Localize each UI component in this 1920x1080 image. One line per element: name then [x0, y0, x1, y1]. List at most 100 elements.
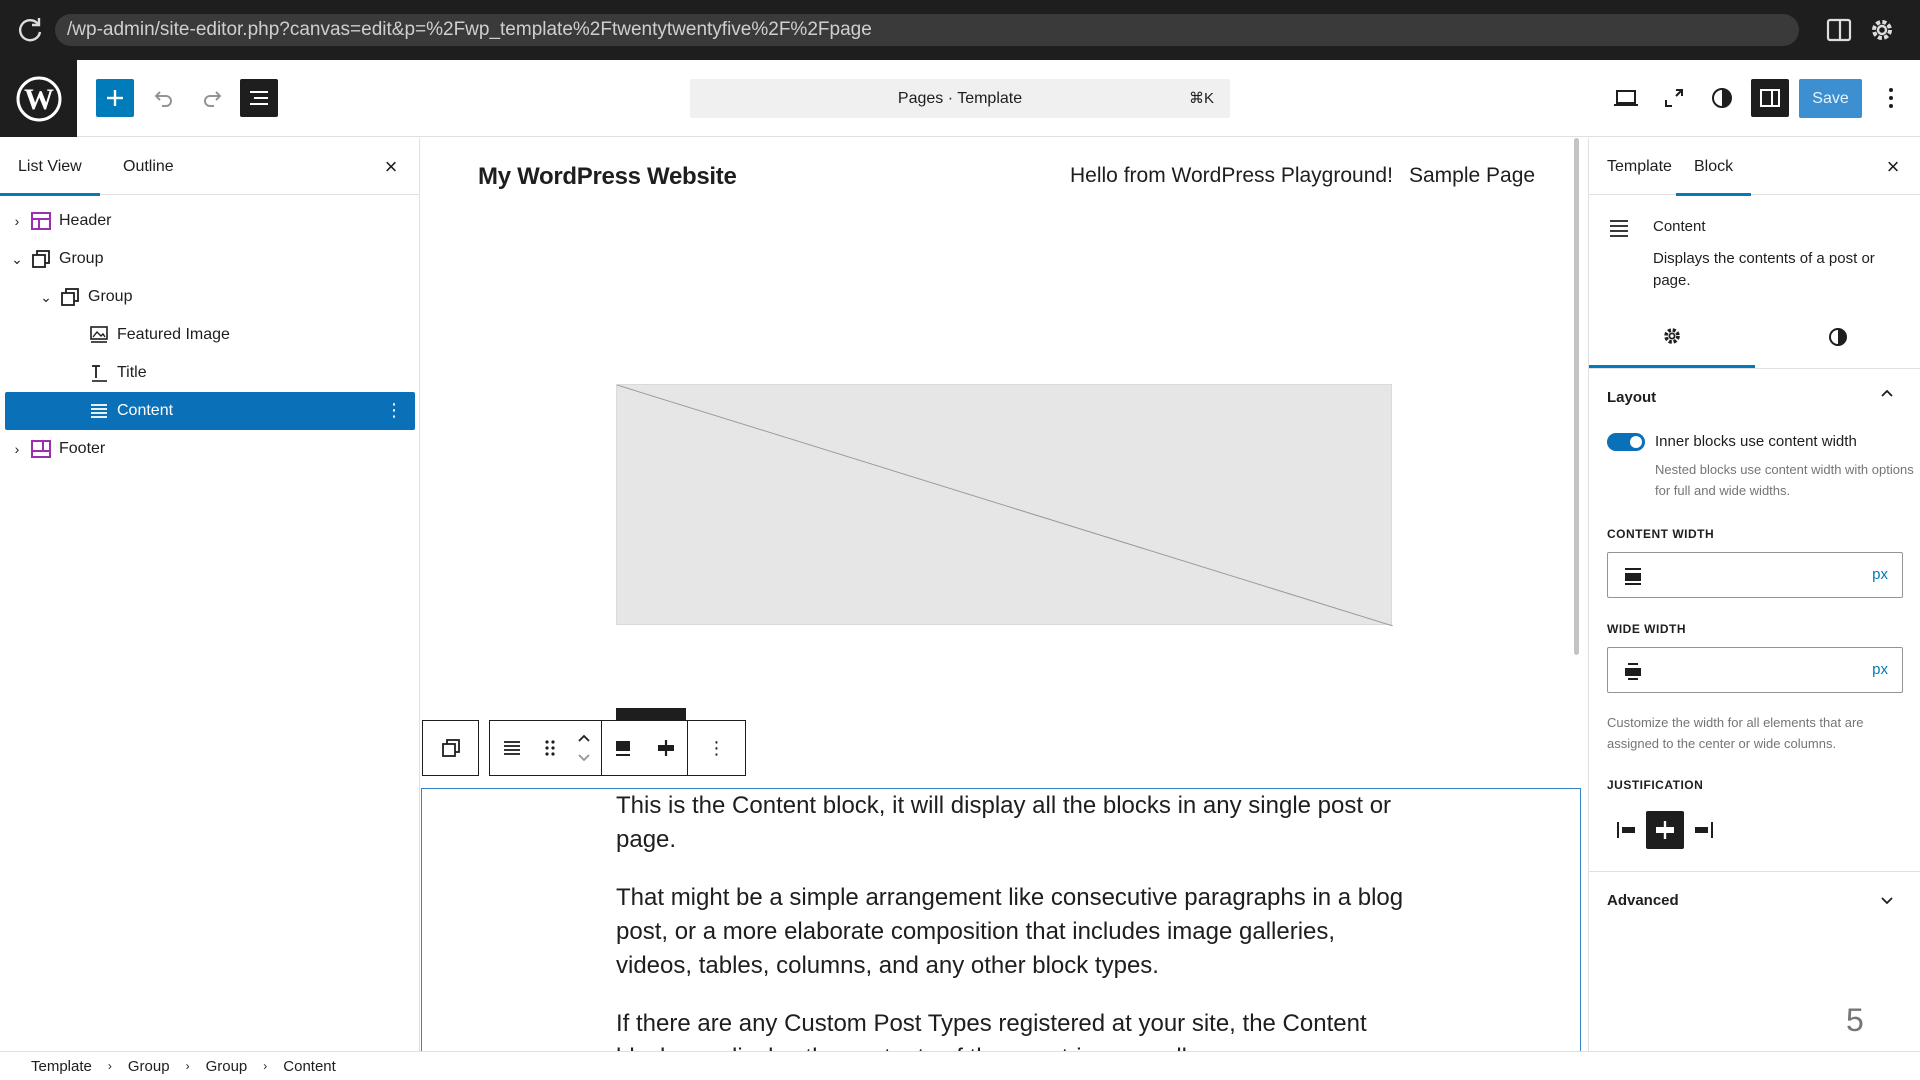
- featured-image-placeholder[interactable]: [616, 384, 1394, 627]
- document-overview-button[interactable]: [240, 79, 278, 117]
- layout-panel-title[interactable]: Layout: [1607, 389, 1656, 406]
- gear-icon[interactable]: [1866, 14, 1898, 46]
- more-options-icon[interactable]: [1872, 79, 1910, 117]
- tab-block[interactable]: Block: [1676, 138, 1752, 196]
- site-title[interactable]: My WordPress Website: [478, 163, 737, 191]
- list-item-title[interactable]: Title: [5, 354, 415, 392]
- block-card-description: Displays the contents of a post or page.: [1653, 250, 1875, 289]
- tab-block-settings[interactable]: [1589, 311, 1755, 368]
- chevron-right-icon[interactable]: ›: [5, 441, 29, 457]
- list-item-label: Footer: [59, 440, 106, 457]
- list-item-label: Group: [88, 288, 133, 305]
- tab-list-view[interactable]: List View: [0, 138, 100, 196]
- group-icon: [29, 247, 53, 271]
- content-paragraph[interactable]: That might be a simple arrangement like …: [616, 881, 1416, 983]
- list-item-label: Featured Image: [117, 326, 230, 343]
- add-block-button[interactable]: [96, 79, 134, 117]
- chevron-up-icon[interactable]: [1879, 386, 1895, 407]
- list-item-label: Title: [117, 364, 147, 381]
- content-icon: [87, 399, 111, 423]
- breadcrumb: Template › Group › Group › Content: [0, 1051, 1920, 1080]
- toggle-label: Inner blocks use content width: [1655, 433, 1857, 450]
- template-part-icon: [29, 209, 53, 233]
- wordpress-logo-icon[interactable]: W: [0, 60, 77, 137]
- editor-canvas[interactable]: My WordPress Website Hello from WordPres…: [421, 138, 1581, 1051]
- breadcrumb-item[interactable]: Template: [31, 1058, 92, 1075]
- wide-width-field[interactable]: px: [1607, 647, 1903, 693]
- list-item-content[interactable]: Content ⋮: [5, 392, 415, 430]
- template-part-icon: [29, 437, 53, 461]
- justify-center-icon[interactable]: [1646, 811, 1684, 849]
- more-options-icon[interactable]: ⋮: [687, 721, 745, 775]
- split-view-icon[interactable]: [1823, 14, 1855, 46]
- select-parent-group-icon[interactable]: [423, 721, 478, 775]
- list-item-featured-image[interactable]: Featured Image: [5, 316, 415, 354]
- justify-left-icon[interactable]: [601, 721, 644, 775]
- nav-link-hello[interactable]: Hello from WordPress Playground!: [1070, 164, 1393, 188]
- width-help: Customize the width for all elements tha…: [1607, 715, 1864, 751]
- content-width-icon: [1622, 565, 1644, 587]
- settings-sidebar: Template Block × Content Displays the co…: [1588, 138, 1920, 1051]
- chevron-right-icon: ›: [107, 1059, 112, 1073]
- tab-template[interactable]: Template: [1589, 138, 1690, 195]
- content-width-input[interactable]: [1652, 561, 1852, 589]
- tab-outline[interactable]: Outline: [105, 138, 192, 195]
- unit-select[interactable]: px: [1872, 566, 1888, 583]
- list-item-footer[interactable]: › Footer: [5, 430, 415, 468]
- breadcrumb-item[interactable]: Group: [128, 1058, 170, 1075]
- list-item-group[interactable]: ⌄ Group: [5, 278, 415, 316]
- advanced-panel-title[interactable]: Advanced: [1607, 892, 1679, 909]
- unit-select[interactable]: px: [1872, 661, 1888, 678]
- reload-icon[interactable]: [14, 14, 46, 46]
- address-bar[interactable]: /wp-admin/site-editor.php?canvas=edit&p=…: [55, 14, 1799, 46]
- canvas-scrollbar[interactable]: [1574, 138, 1579, 655]
- featured-image-icon: [87, 323, 111, 347]
- tab-block-styles[interactable]: [1755, 311, 1920, 368]
- chevron-right-icon[interactable]: ›: [5, 213, 29, 229]
- justify-center-icon[interactable]: [644, 721, 687, 775]
- justify-right-icon[interactable]: [1684, 811, 1722, 849]
- content-paragraph[interactable]: This is the Content block, it will displ…: [616, 789, 1416, 857]
- divider: [1589, 368, 1920, 369]
- toggle-help: Nested blocks use content width with opt…: [1655, 462, 1914, 498]
- content-paragraph[interactable]: If there are any Custom Post Types regis…: [616, 1007, 1416, 1051]
- close-icon[interactable]: ×: [1881, 154, 1905, 179]
- redo-icon[interactable]: [193, 79, 231, 117]
- chevron-right-icon: ›: [263, 1059, 268, 1073]
- undo-icon[interactable]: [145, 79, 183, 117]
- group-icon: [58, 285, 82, 309]
- styles-icon: [1827, 326, 1849, 353]
- drag-handle-icon[interactable]: [533, 721, 567, 775]
- command-label: Pages · Template: [897, 90, 1023, 107]
- list-item-header[interactable]: › Header: [5, 202, 415, 240]
- content-width-field[interactable]: px: [1607, 552, 1903, 598]
- page-number: 5: [1846, 1002, 1864, 1038]
- list-item-group[interactable]: ⌄ Group: [5, 240, 415, 278]
- settings-sidebar-button[interactable]: [1751, 79, 1789, 117]
- list-view-tabs: List View Outline ×: [0, 138, 419, 196]
- content-width-label: CONTENT WIDTH: [1607, 527, 1715, 541]
- justification-label: JUSTIFICATION: [1607, 778, 1704, 792]
- close-icon[interactable]: ×: [379, 154, 403, 179]
- nav-link-sample-page[interactable]: Sample Page: [1409, 164, 1535, 188]
- breadcrumb-item[interactable]: Group: [206, 1058, 248, 1075]
- styles-icon[interactable]: [1703, 79, 1741, 117]
- move-up-down-icon[interactable]: [567, 721, 601, 775]
- fullscreen-icon[interactable]: [1655, 79, 1693, 117]
- content-width-toggle[interactable]: [1607, 433, 1645, 451]
- chevron-down-icon[interactable]: ⌄: [5, 251, 29, 268]
- content-icon[interactable]: [490, 721, 533, 775]
- settings-tabs: Template Block ×: [1589, 138, 1920, 196]
- more-options-icon[interactable]: ⋮: [385, 400, 403, 421]
- chevron-down-icon[interactable]: ⌄: [34, 289, 58, 306]
- chevron-down-icon[interactable]: [1879, 892, 1895, 913]
- svg-text:W: W: [24, 83, 54, 116]
- list-view-panel: List View Outline × › Header ⌄ Group ⌄ G…: [0, 138, 420, 1051]
- desktop-preview-icon[interactable]: [1607, 79, 1645, 117]
- save-button[interactable]: Save: [1799, 79, 1862, 118]
- justify-left-icon[interactable]: [1608, 811, 1646, 849]
- command-palette-button[interactable]: Pages · Template ⌘K: [690, 79, 1230, 118]
- list-item-label: Content: [117, 402, 174, 419]
- divider: [1589, 871, 1920, 872]
- wide-width-input[interactable]: [1652, 656, 1852, 684]
